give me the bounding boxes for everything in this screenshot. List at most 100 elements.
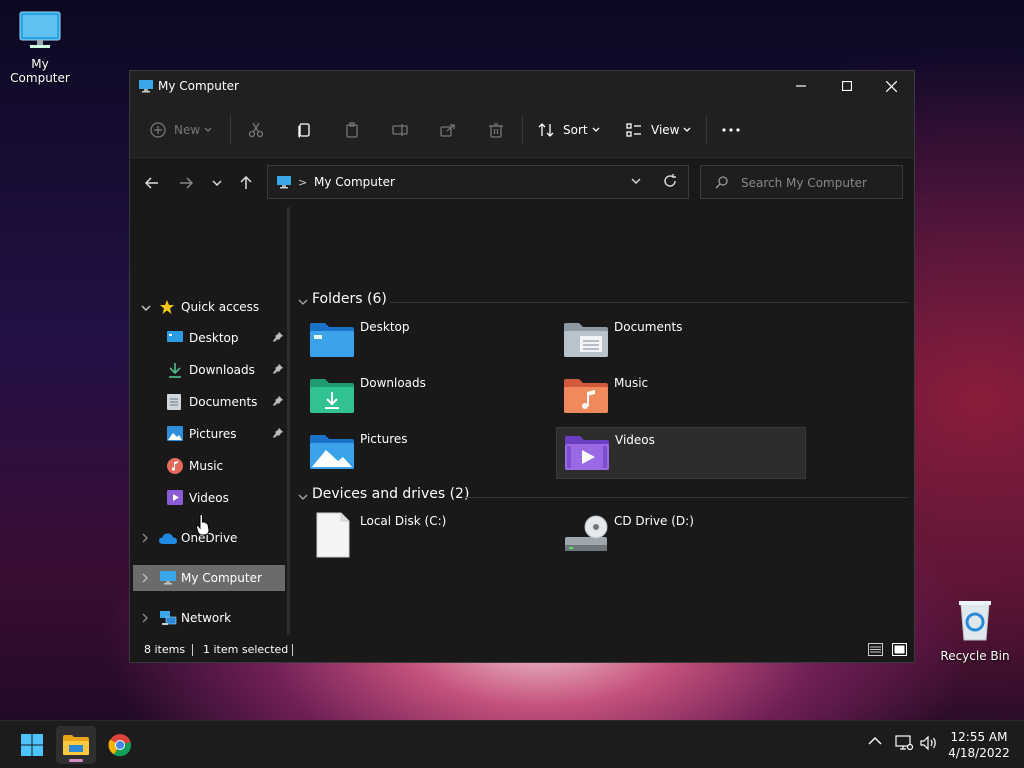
- music-folder-icon: [564, 377, 608, 418]
- chevron-right-icon[interactable]: [141, 572, 149, 586]
- clock[interactable]: 12:55 AM 4/18/2022: [940, 729, 1018, 761]
- close-button[interactable]: [868, 71, 914, 101]
- up-button[interactable]: [234, 171, 258, 195]
- address-bar[interactable]: > My Computer: [267, 165, 689, 199]
- chevron-right-icon[interactable]: [141, 612, 149, 626]
- network-status-button[interactable]: [895, 735, 914, 754]
- sidebar-item-label: Documents: [189, 395, 258, 409]
- paste-button[interactable]: [344, 117, 360, 143]
- sidebar-item-documents[interactable]: Documents: [133, 389, 285, 415]
- sidebar-item-label: Pictures: [189, 427, 237, 441]
- folder-desktop[interactable]: Desktop: [302, 315, 552, 367]
- cut-icon: [248, 122, 264, 138]
- search-box[interactable]: Search My Computer: [700, 165, 903, 199]
- network-status-icon: [895, 735, 914, 751]
- more-options-button[interactable]: [722, 117, 740, 143]
- start-button[interactable]: [12, 726, 52, 764]
- share-icon: [440, 124, 455, 137]
- sidebar-item-quick-access[interactable]: Quick access: [133, 294, 285, 320]
- sidebar-item-desktop[interactable]: Desktop: [133, 325, 285, 351]
- view-button[interactable]: View: [626, 117, 691, 143]
- address-dropdown-button[interactable]: [630, 175, 642, 190]
- more-icon: [722, 128, 740, 132]
- volume-button[interactable]: [920, 735, 938, 754]
- sidebar-item-pictures[interactable]: Pictures: [133, 421, 285, 447]
- sidebar-item-videos[interactable]: Videos: [133, 485, 285, 511]
- pictures-icon: [167, 426, 183, 444]
- my-computer-icon: [138, 79, 154, 96]
- chevron-down-icon: [212, 179, 222, 186]
- refresh-button[interactable]: [663, 174, 677, 191]
- folder-label: Music: [614, 376, 649, 390]
- navigation-bar: > My Computer Search My Computer: [130, 159, 914, 207]
- file-explorer-icon: [63, 735, 89, 755]
- folder-pictures[interactable]: Pictures: [302, 427, 552, 479]
- drive-label: Local Disk (C:): [360, 514, 447, 528]
- separator: [522, 115, 523, 145]
- folders-group-header[interactable]: Folders (6): [290, 287, 908, 311]
- forward-button[interactable]: [174, 171, 198, 195]
- minimize-button[interactable]: [778, 71, 824, 101]
- breadcrumb-separator[interactable]: >: [298, 176, 307, 189]
- folder-downloads[interactable]: Downloads: [302, 371, 552, 423]
- new-button[interactable]: New: [150, 117, 212, 143]
- search-input[interactable]: Search My Computer: [741, 176, 867, 190]
- cut-button[interactable]: [248, 117, 264, 143]
- clock-time: 12:55 AM: [950, 730, 1008, 744]
- copy-icon: [298, 123, 310, 138]
- cloud-icon: [159, 533, 177, 547]
- group-divider: [462, 497, 908, 498]
- documents-icon: [167, 394, 181, 413]
- chevron-down-icon[interactable]: [141, 301, 151, 315]
- recent-locations-button[interactable]: [205, 171, 229, 195]
- pin-icon: [273, 331, 283, 345]
- breadcrumb-my-computer[interactable]: My Computer: [314, 175, 395, 189]
- content-pane: Folders (6) Desktop Documents Downloads …: [290, 207, 914, 635]
- window-title: My Computer: [158, 79, 239, 93]
- desktop-my-computer-label: My Computer: [10, 57, 70, 85]
- chevron-right-icon[interactable]: [141, 532, 149, 546]
- drive-local-disk-c[interactable]: Local Disk (C:): [302, 509, 552, 561]
- share-button[interactable]: [440, 117, 456, 143]
- status-bar: 8 items 1 item selected: [130, 638, 914, 662]
- drive-cd-d[interactable]: CD Drive (D:): [556, 509, 806, 561]
- folder-label: Pictures: [360, 432, 408, 446]
- chevron-down-icon: [204, 127, 212, 132]
- sort-icon: [538, 123, 554, 137]
- star-icon: [159, 299, 175, 318]
- paste-icon: [346, 122, 358, 138]
- devices-group-header[interactable]: Devices and drives (2): [290, 482, 908, 506]
- close-icon: [885, 80, 897, 92]
- desktop-recycle-bin-label: Recycle Bin: [940, 649, 1010, 663]
- active-indicator: [69, 759, 83, 762]
- taskbar-file-explorer[interactable]: [56, 726, 96, 764]
- sidebar-item-label: Music: [189, 459, 224, 473]
- my-computer-icon: [276, 175, 292, 192]
- sidebar-item-downloads[interactable]: Downloads: [133, 357, 285, 383]
- videos-icon: [167, 490, 183, 508]
- monitor-icon: [19, 11, 61, 48]
- copy-button[interactable]: [296, 117, 312, 143]
- chevron-up-icon: [868, 737, 882, 745]
- delete-button[interactable]: [488, 117, 504, 143]
- sort-button[interactable]: Sort: [538, 117, 600, 143]
- tiles-view-button[interactable]: [892, 643, 907, 659]
- folder-documents[interactable]: Documents: [556, 315, 806, 367]
- desktop-recycle-bin[interactable]: Recycle Bin: [935, 598, 1015, 663]
- sidebar-item-music[interactable]: Music: [133, 453, 285, 479]
- taskbar-chrome[interactable]: [100, 726, 140, 764]
- details-view-button[interactable]: [868, 643, 883, 659]
- folder-videos[interactable]: Videos: [556, 427, 806, 479]
- sidebar-item-my-computer[interactable]: My Computer: [133, 565, 285, 591]
- separator: [706, 115, 707, 145]
- view-label: View: [651, 123, 680, 137]
- folder-music[interactable]: Music: [556, 371, 806, 423]
- rename-button[interactable]: [392, 117, 408, 143]
- desktop-my-computer[interactable]: My Computer: [0, 10, 80, 85]
- back-button[interactable]: [140, 171, 164, 195]
- view-icon: [626, 123, 641, 137]
- titlebar[interactable]: My Computer: [130, 71, 914, 101]
- show-hidden-icons-button[interactable]: [868, 735, 882, 749]
- sidebar-item-network[interactable]: Network: [133, 605, 285, 631]
- maximize-button[interactable]: [824, 71, 870, 101]
